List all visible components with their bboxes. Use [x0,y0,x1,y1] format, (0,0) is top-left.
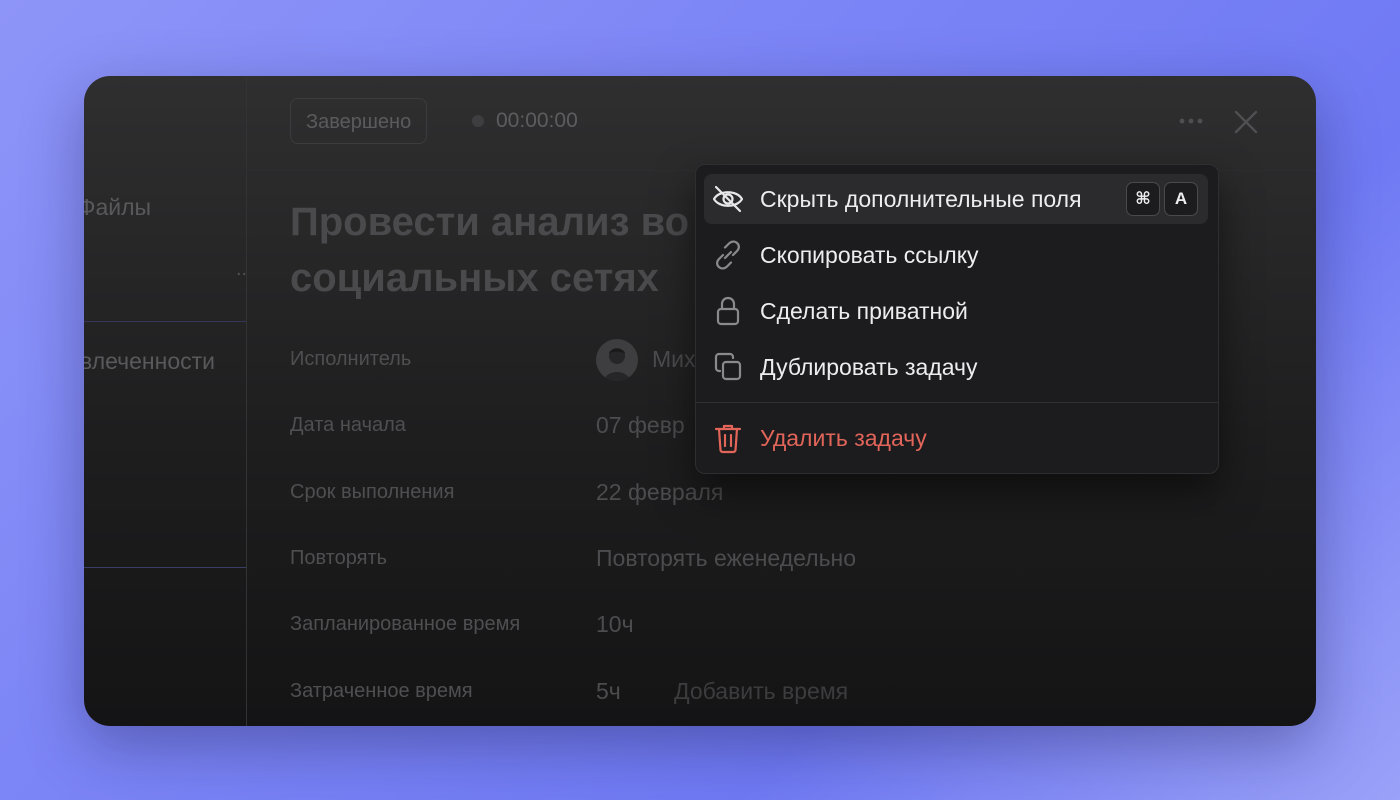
sidebar-more-indicator: .. [236,258,248,280]
link-icon [710,237,746,273]
task-title-text: Провести анализ во социальных сетях [290,200,690,300]
sidebar-item-engagement[interactable]: влеченности [84,348,215,375]
sidebar: Файлы .. влеченности [84,76,247,726]
close-icon[interactable] [1232,108,1260,136]
more-icon[interactable] [1176,110,1206,132]
record-dot-icon [472,115,484,127]
field-value-start-date[interactable]: 07 февр [596,412,685,439]
status-button[interactable]: Завершено [290,98,428,144]
duplicate-icon [710,349,746,385]
letter-key: A [1164,182,1198,216]
menu-item-label: Скопировать ссылку [760,241,979,268]
avatar[interactable] [596,339,638,381]
sidebar-item-files[interactable]: Файлы [84,194,151,221]
field-label-assignee: Исполнитель [290,348,412,370]
add-time-button[interactable]: Добавить время [674,678,848,705]
field-label-planned-time: Запланированное время [290,613,521,635]
trash-icon [710,420,746,456]
field-value-spent-time[interactable]: 5ч [596,678,621,705]
command-key: ⌘ [1126,182,1160,216]
menu-divider [696,402,1218,403]
shortcut-keys: ⌘ A [1126,182,1198,216]
menu-item-delete[interactable]: Удалить задачу [704,413,1208,463]
menu-item-label: Удалить задачу [760,424,927,451]
menu-item-duplicate[interactable]: Дублировать задачу [704,342,1208,392]
menu-item-copy-link[interactable]: Скопировать ссылку [704,230,1208,280]
field-label-due-date: Срок выполнения [290,481,455,503]
menu-item-label: Сделать приватной [760,297,968,324]
field-value-repeat[interactable]: Повторять еженедельно [596,545,856,572]
lock-icon [710,293,746,329]
field-label-repeat: Повторять [290,547,388,569]
avatar-image-icon [604,348,630,381]
menu-item-hide-fields[interactable]: Скрыть дополнительные поля ⌘ A [704,174,1208,224]
field-label-start-date: Дата начала [290,414,406,436]
field-label-spent-time: Затраченное время [290,680,473,702]
eye-off-icon [710,181,746,217]
field-value-assignee[interactable]: Мих [652,346,696,373]
menu-item-make-private[interactable]: Сделать приватной [704,286,1208,336]
field-value-planned-time[interactable]: 10ч [596,611,634,638]
context-menu: Скрыть дополнительные поля ⌘ A Скопирова… [695,164,1219,474]
menu-item-label: Дублировать задачу [760,353,978,380]
sidebar-divider [84,321,246,322]
menu-item-label: Скрыть дополнительные поля [760,185,1082,212]
timer-value: 00:00:00 [496,109,578,132]
sidebar-divider [84,567,246,568]
timer[interactable]: 00:00:00 [472,109,578,133]
field-value-due-date[interactable]: 22 февраля [596,479,723,506]
